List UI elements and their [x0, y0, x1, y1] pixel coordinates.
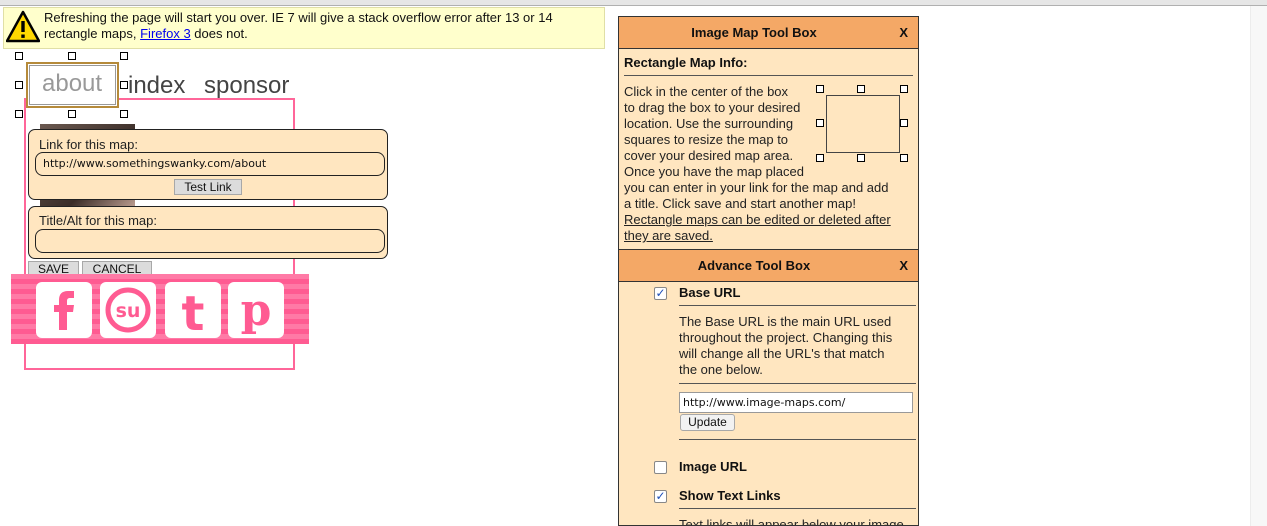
link-input[interactable]: http://www.somethingswanky.com/about	[35, 152, 385, 176]
show-text-links-label: Show Text Links	[679, 488, 781, 503]
rectangle-map-area[interactable]: about	[26, 62, 119, 108]
example-map-diagram	[826, 95, 900, 153]
pinterest-icon: p	[228, 282, 284, 338]
divider	[679, 383, 916, 384]
image-url-checkbox[interactable]	[654, 461, 667, 474]
rect-info-note: Rectangle maps can be edited or deleted …	[624, 212, 891, 227]
divider	[624, 75, 913, 76]
test-link-button[interactable]: Test Link	[174, 179, 242, 195]
resize-handle-nw[interactable]	[15, 52, 23, 60]
firefox-link[interactable]: Firefox 3	[140, 26, 191, 41]
divider	[679, 508, 916, 509]
resize-handle-s[interactable]	[68, 110, 76, 118]
map-area-label: about	[42, 70, 103, 97]
resize-handle-w[interactable]	[15, 81, 23, 89]
resize-handle-se[interactable]	[120, 110, 128, 118]
resize-handle-sw[interactable]	[15, 110, 23, 118]
stumbleupon-icon: su	[100, 282, 156, 338]
divider	[679, 439, 916, 440]
title-input[interactable]	[35, 229, 385, 253]
diagram-handle	[816, 154, 824, 162]
warning-icon	[6, 10, 40, 43]
advance-toolbox-title: Advance Tool Box	[697, 258, 811, 273]
warning-banner: Refreshing the page will start you over.…	[3, 7, 605, 49]
text-links-description: Text links will appear below your image	[679, 517, 904, 526]
svg-text:t: t	[182, 286, 205, 338]
title-label: Title/Alt for this map:	[39, 213, 157, 228]
advance-toolbox-header: Advance Tool Box X	[619, 249, 918, 282]
link-label: Link for this map:	[39, 137, 138, 152]
base-url-input[interactable]: http://www.image-maps.com/	[679, 392, 913, 413]
toolbox-title: Image Map Tool Box	[691, 25, 817, 40]
nav-sponsor-text: sponsor	[204, 72, 290, 99]
image-map-tool-box: Image Map Tool Box X Rectangle Map Info:…	[618, 16, 919, 526]
svg-text:p: p	[241, 285, 272, 336]
resize-handle-n[interactable]	[68, 52, 76, 60]
advance-close-button[interactable]: X	[899, 258, 908, 273]
rect-info-title: Rectangle Map Info:	[624, 55, 748, 70]
link-panel: Link for this map: http://www.somethings…	[28, 129, 388, 200]
diagram-handle	[816, 85, 824, 93]
resize-handle-ne[interactable]	[120, 52, 128, 60]
nav-index-text: index	[128, 72, 186, 99]
base-url-description: The Base URL is the main URL used throug…	[679, 314, 893, 377]
tumblr-icon: t	[165, 282, 221, 342]
base-url-checkbox[interactable]: ✓	[654, 287, 667, 300]
diagram-handle	[900, 119, 908, 127]
svg-text:su: su	[116, 300, 141, 322]
scrollbar-track[interactable]	[1250, 6, 1267, 526]
resize-handle-e[interactable]	[120, 81, 128, 89]
social-bar: su t p	[11, 274, 309, 344]
show-text-links-checkbox[interactable]: ✓	[654, 490, 667, 503]
update-button[interactable]: Update	[680, 414, 735, 431]
browser-top-border	[0, 0, 1267, 6]
warning-message: Refreshing the page will start you over.…	[44, 10, 553, 41]
diagram-handle	[900, 85, 908, 93]
divider	[679, 305, 916, 306]
diagram-handle	[900, 154, 908, 162]
diagram-handle	[816, 119, 824, 127]
diagram-handle	[857, 154, 865, 162]
toolbox-header: Image Map Tool Box X	[619, 17, 918, 49]
base-url-label: Base URL	[679, 285, 741, 300]
image-url-label: Image URL	[679, 459, 747, 474]
diagram-handle	[857, 85, 865, 93]
facebook-icon	[36, 282, 92, 338]
title-panel: Title/Alt for this map:	[28, 206, 388, 259]
toolbox-close-button[interactable]: X	[899, 25, 908, 40]
